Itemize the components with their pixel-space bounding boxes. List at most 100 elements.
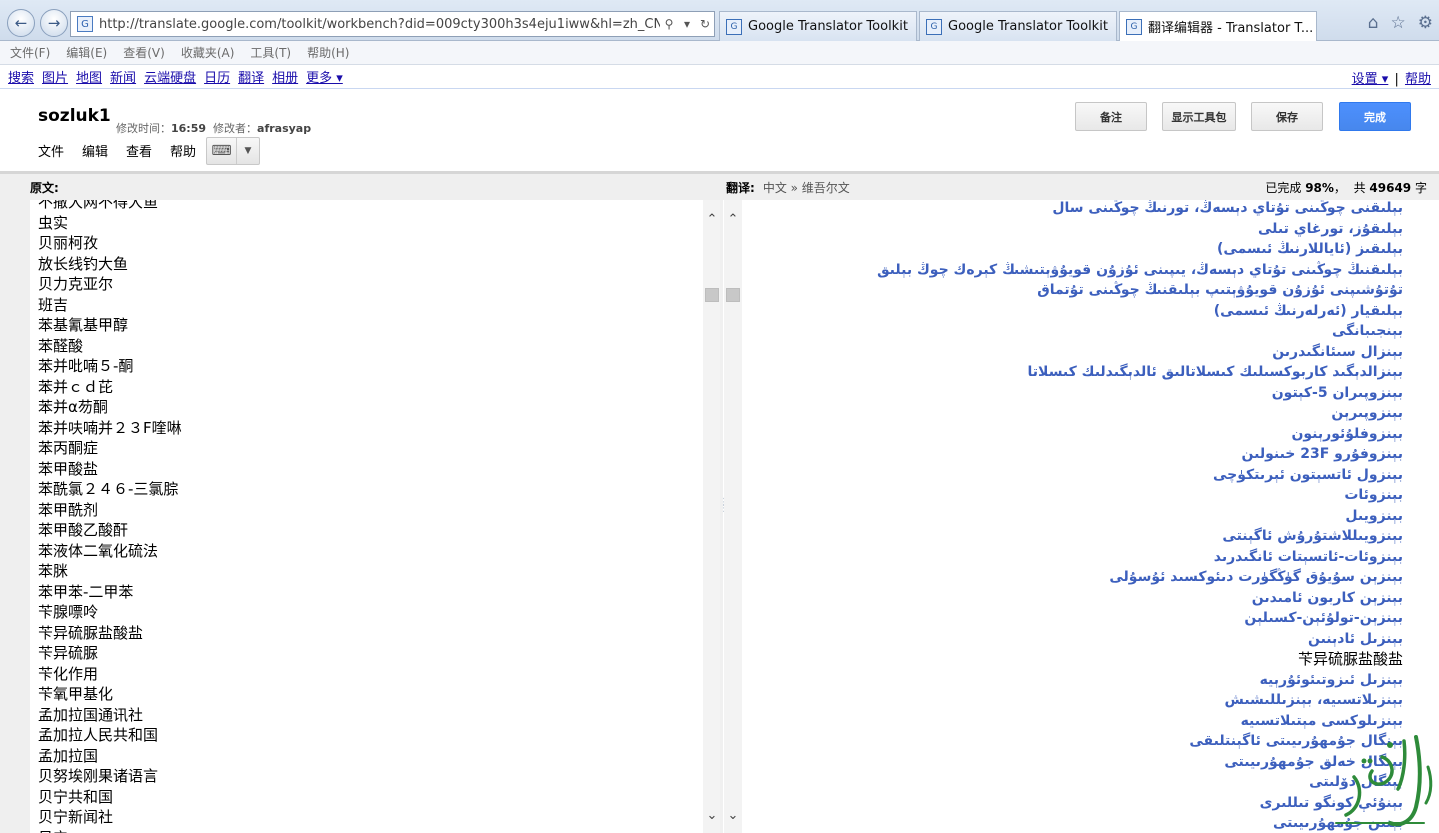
gbar-link-translate[interactable]: 翻译 xyxy=(238,67,264,86)
target-segment[interactable]: بېنزوپىران 5-كېتون xyxy=(877,383,1403,404)
source-segment[interactable]: 苯液体二氧化硫法 xyxy=(38,541,182,562)
source-segment[interactable]: 苄异硫脲 xyxy=(38,643,182,664)
target-segment[interactable]: بېلىقنىڭ چوڭىنى تۇتاي دېسەڭ، يىپىنى ئۇزۇ… xyxy=(877,260,1403,281)
source-segment[interactable]: 苯甲酸盐 xyxy=(38,459,182,480)
target-segment[interactable]: بېنزوفلۇئورېنون xyxy=(877,424,1403,445)
target-segment[interactable]: بېنزوئات xyxy=(877,485,1403,506)
source-segment[interactable]: 贝丽柯孜 xyxy=(38,233,182,254)
search-icon[interactable]: ⚲ xyxy=(660,17,678,31)
scroll-thumb[interactable] xyxy=(726,288,740,302)
target-segment[interactable]: بېنزويىللاشتۇرۇش ئاگېنتى xyxy=(877,526,1403,547)
source-segment[interactable]: 不撒大网不得大鱼 xyxy=(38,200,182,213)
source-segment[interactable]: 孟加拉国 xyxy=(38,746,182,767)
menu-help[interactable]: 帮助(H) xyxy=(307,44,349,61)
show-toolkit-button[interactable]: 显示工具包 xyxy=(1162,102,1236,131)
gbar-link-photos[interactable]: 相册 xyxy=(272,67,298,86)
browser-tab-2[interactable]: G Google Translator Toolkit xyxy=(919,11,1117,41)
toolkit-menu-help[interactable]: 帮助 xyxy=(170,141,196,160)
source-segment[interactable]: 苯丙酮症 xyxy=(38,438,182,459)
target-segment[interactable]: بېلىقنى چوڭىنى تۇتاي دېسەڭ، تورنىڭ چوڭىن… xyxy=(877,200,1403,219)
gbar-link-more[interactable]: 更多 ▾ xyxy=(306,67,343,86)
scroll-down-icon[interactable]: ⌄ xyxy=(724,808,742,823)
refresh-icon[interactable]: ↻ xyxy=(696,17,714,31)
address-bar[interactable]: G http://translate.google.com/toolkit/wo… xyxy=(70,11,715,37)
menu-favorites[interactable]: 收藏夹(A) xyxy=(181,44,235,61)
toolkit-menu-view[interactable]: 查看 xyxy=(126,141,152,160)
source-segment[interactable]: 苯甲苯-二甲苯 xyxy=(38,582,182,603)
source-segment[interactable]: 苯并α芴酮 xyxy=(38,397,182,418)
target-segment[interactable]: بېنزول ئاتسېتون ئېرىتكۈچى xyxy=(877,465,1403,486)
settings-link[interactable]: 设置 ▾ xyxy=(1352,72,1389,87)
back-button[interactable]: ← xyxy=(7,9,35,37)
source-segment[interactable]: 孟加拉国通讯社 xyxy=(38,705,182,726)
gbar-link-maps[interactable]: 地图 xyxy=(76,67,102,86)
source-segment[interactable]: 虫实 xyxy=(38,213,182,234)
forward-button[interactable]: → xyxy=(40,9,68,37)
target-segment[interactable]: بېنجىبانگى xyxy=(877,321,1403,342)
source-segment[interactable]: 班吉 xyxy=(38,295,182,316)
source-segment[interactable]: 苄化作用 xyxy=(38,664,182,685)
target-segment[interactable]: بېنزوفۇرو 23F خىنولىن xyxy=(877,444,1403,465)
source-segment[interactable]: 苯甲酸乙酸酐 xyxy=(38,520,182,541)
splitter-handle-icon[interactable]: ⋮⋮ xyxy=(719,498,729,530)
source-segment[interactable]: 苯并ｃｄ芘 xyxy=(38,377,182,398)
gbar-link-calendar[interactable]: 日历 xyxy=(204,67,230,86)
source-segment[interactable]: 苄腺嘌呤 xyxy=(38,602,182,623)
close-tab-icon[interactable]: ✕ xyxy=(1313,20,1316,34)
target-segment[interactable]: بېنزوپىرېن xyxy=(877,403,1403,424)
done-button[interactable]: 完成 xyxy=(1339,102,1411,131)
browser-tab-3-active[interactable]: G 翻译编辑器 - Translator T... ✕ xyxy=(1119,11,1317,41)
menu-edit[interactable]: 编辑(E) xyxy=(66,44,107,61)
target-segment[interactable]: بېلىقىز (ئاياللارنىڭ ئىسمى) xyxy=(877,239,1403,260)
toolkit-menu-edit[interactable]: 编辑 xyxy=(82,141,108,160)
scroll-down-icon[interactable]: ⌄ xyxy=(703,808,721,823)
browser-tab-1[interactable]: G Google Translator Toolkit xyxy=(719,11,917,41)
source-segment[interactable]: 放长线钓大鱼 xyxy=(38,254,182,275)
dropdown-arrow-icon[interactable]: ▾ xyxy=(678,17,696,31)
target-segment[interactable]: بېنزويىل xyxy=(877,506,1403,527)
gbar-link-search[interactable]: 搜索 xyxy=(8,67,34,86)
source-segment[interactable]: 贝努埃刚果诸语言 xyxy=(38,766,182,787)
address-url[interactable]: http://translate.google.com/toolkit/work… xyxy=(99,17,660,32)
target-segment[interactable]: بېنزېن-تولۇئېن-كسىلېن xyxy=(877,608,1403,629)
favorites-star-icon[interactable]: ☆ xyxy=(1391,13,1406,33)
source-segment[interactable]: 苄氧甲基化 xyxy=(38,684,182,705)
scroll-thumb[interactable] xyxy=(705,288,719,302)
source-segment[interactable]: 贝宁共和国 xyxy=(38,787,182,808)
scroll-up-icon[interactable]: ⌃ xyxy=(724,212,742,227)
toolkit-menu-file[interactable]: 文件 xyxy=(38,141,64,160)
source-segment[interactable]: 苯醛酸 xyxy=(38,336,182,357)
gbar-link-drive[interactable]: 云端硬盘 xyxy=(144,67,196,86)
target-scrollbar[interactable]: ⌃ ⌄ xyxy=(724,200,742,833)
target-segment[interactable]: بېنزوئات-ئاتسېتات ئانگىدرىد xyxy=(877,547,1403,568)
menu-tools[interactable]: 工具(T) xyxy=(250,44,291,61)
chevron-down-icon[interactable]: ▼ xyxy=(237,146,259,156)
menu-file[interactable]: 文件(F) xyxy=(10,44,50,61)
help-link[interactable]: 帮助 xyxy=(1405,72,1431,87)
home-icon[interactable]: ⌂ xyxy=(1368,13,1379,33)
source-segment[interactable]: 苯并呋喃并２３F喹啉 xyxy=(38,418,182,439)
source-segment[interactable]: 苯酰氯２４６-三氯腙 xyxy=(38,479,182,500)
target-segment[interactable]: بېلىقۇز، تورغاي تىلى xyxy=(877,219,1403,240)
target-segment[interactable]: تۇتۇشىپنى ئۇزۇن قويۇۋېتىپ بېلىقنىڭ چوڭىن… xyxy=(877,280,1403,301)
gbar-link-news[interactable]: 新闻 xyxy=(110,67,136,86)
menu-view[interactable]: 查看(V) xyxy=(123,44,165,61)
target-segment[interactable]: بېنزىلاتسىيە، بېنزىللىشىش xyxy=(877,690,1403,711)
target-segment[interactable]: بېنزىل ئادېنىن xyxy=(877,629,1403,650)
target-segment[interactable]: بېنزال سىئانگىدرىن xyxy=(877,342,1403,363)
source-text-area[interactable]: 不撒大网不得大鱼 虫实 贝丽柯孜 放长线钓大鱼 贝力克亚尔 班吉 苯基氰基甲醇 苯醛酸 苯并吡喃… xyxy=(30,200,702,833)
source-segment[interactable]: 苄异硫脲盐酸盐 xyxy=(38,623,182,644)
target-segment[interactable]: بېنزىل ئىزوتىئوئۇرېيە xyxy=(877,670,1403,691)
source-segment[interactable]: 苯并吡喃５-酮 xyxy=(38,356,182,377)
source-segment[interactable]: 贝力克亚尔 xyxy=(38,274,182,295)
scroll-up-icon[interactable]: ⌃ xyxy=(703,212,721,227)
source-segment[interactable]: 苯甲酰剂 xyxy=(38,500,182,521)
save-button[interactable]: 保存 xyxy=(1251,102,1323,131)
source-segment[interactable]: 苯脒 xyxy=(38,561,182,582)
source-segment[interactable]: 苯基氰基甲醇 xyxy=(38,315,182,336)
target-segment[interactable]: بېنزېن كاربون ئامىدىن xyxy=(877,588,1403,609)
source-segment[interactable]: 孟加拉人民共和国 xyxy=(38,725,182,746)
target-segment-untranslated[interactable]: 苄异硫脲盐酸盐 xyxy=(877,649,1403,670)
gbar-link-images[interactable]: 图片 xyxy=(42,67,68,86)
source-segment[interactable]: 贝宁新闻社 xyxy=(38,807,182,828)
